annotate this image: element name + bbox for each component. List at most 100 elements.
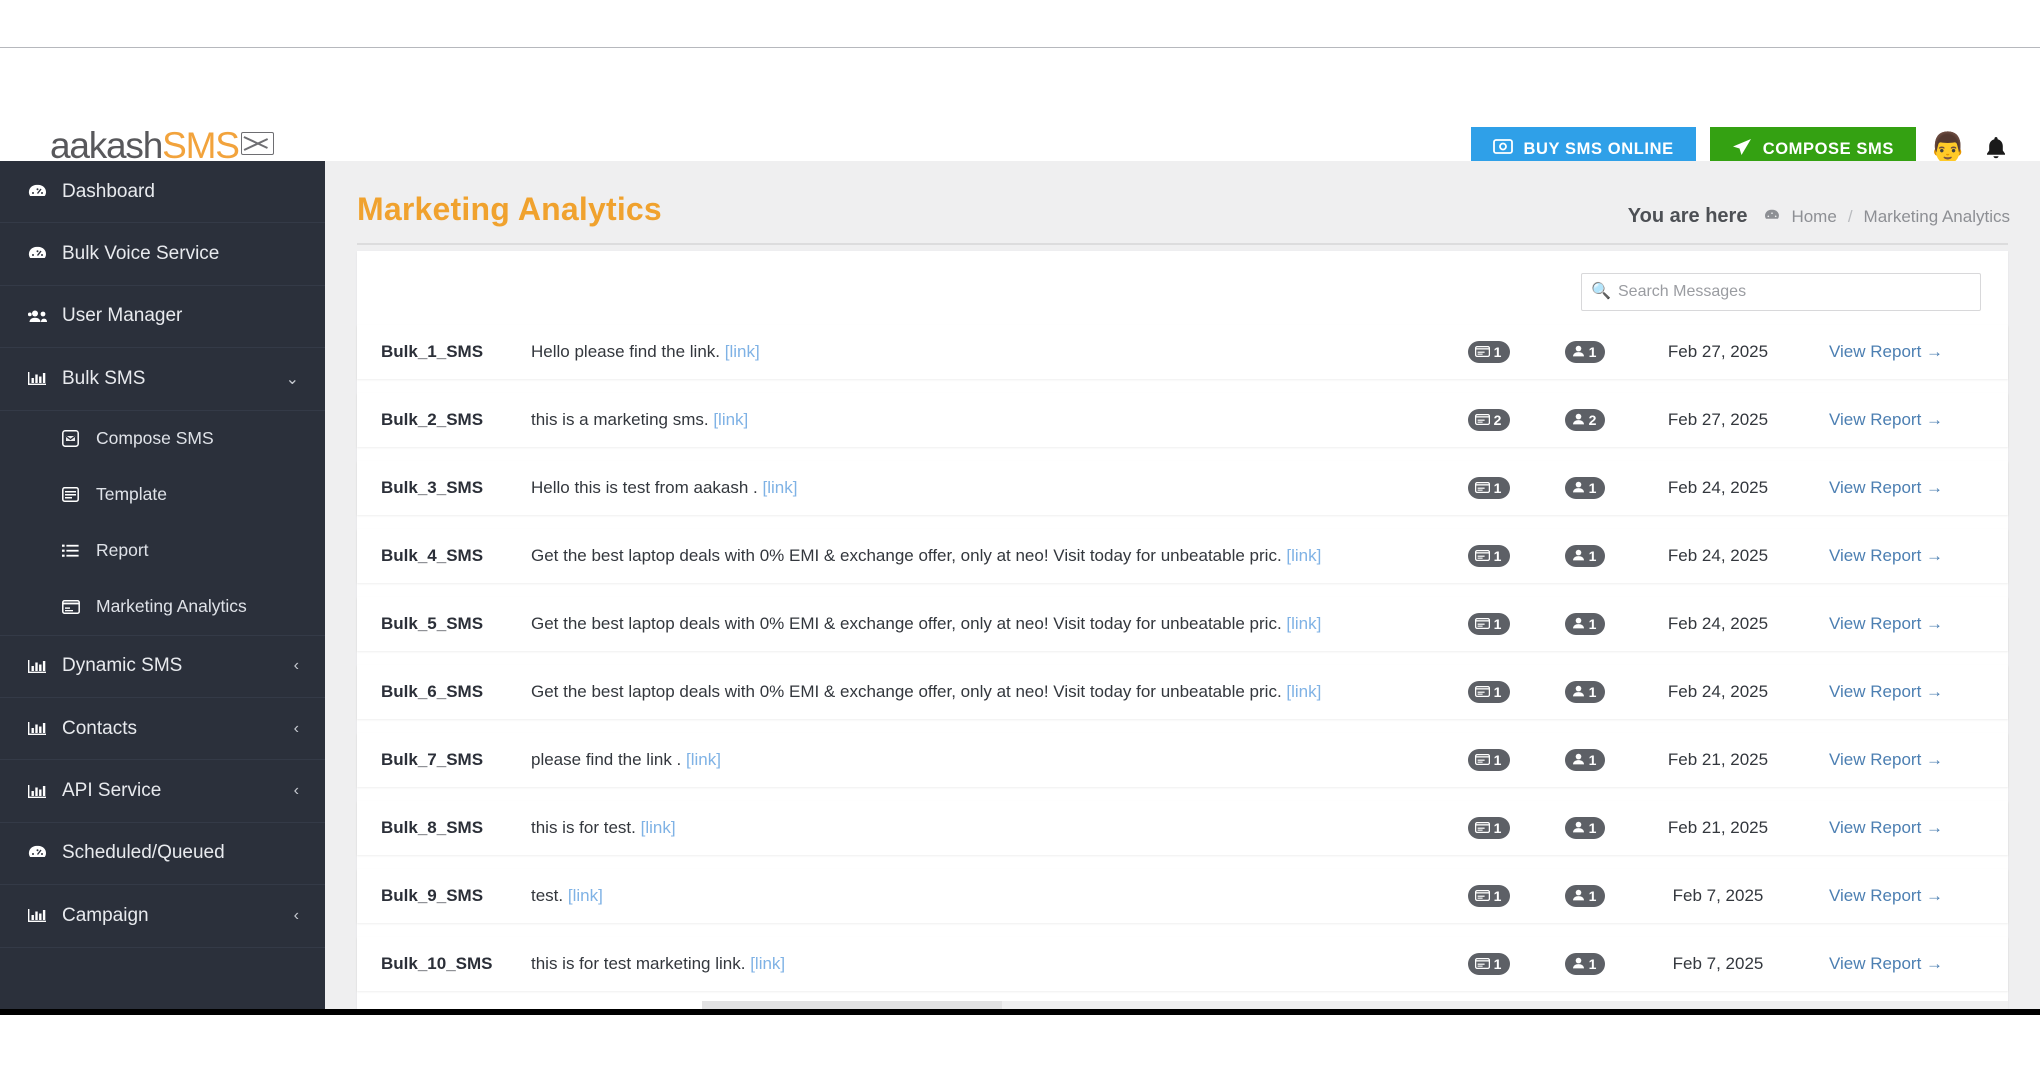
view-report-cell: View Report → [1803, 342, 1978, 362]
sidebar-subitem-label: Report [96, 540, 149, 561]
message-link[interactable]: [link] [1286, 682, 1321, 701]
message-link[interactable]: [link] [1286, 546, 1321, 565]
view-report-link[interactable]: View Report → [1829, 682, 1943, 701]
user-badge-icon [1572, 684, 1585, 700]
sidebar-item-bulk-voice-service[interactable]: Bulk Voice Service [0, 223, 325, 286]
contact-count: 1 [1588, 684, 1597, 700]
sidebar-item-bulk-sms[interactable]: Bulk SMS ⌄ [0, 348, 325, 411]
sidebar-item-label: Dashboard [62, 180, 155, 202]
message-card-icon [1474, 820, 1490, 836]
message-link[interactable]: [link] [713, 410, 748, 429]
message-link[interactable]: [link] [750, 954, 785, 973]
contact-count-cell: 1 [1537, 681, 1633, 703]
sidebar-item-user-manager[interactable]: User Manager [0, 286, 325, 349]
envelope-square-icon [62, 430, 86, 448]
sidebar-item-scheduled-queued[interactable]: Scheduled/Queued [0, 823, 325, 886]
chevron-down-icon: ⌄ [285, 370, 299, 388]
scrollbar-thumb[interactable] [702, 1001, 1002, 1009]
view-report-link[interactable]: View Report → [1829, 546, 1943, 565]
bar-chart-icon [28, 659, 54, 674]
table-row: Bulk_2_SMS this is a marketing sms. [link… [357, 393, 2008, 447]
sidebar-subitem-label: Template [96, 484, 168, 505]
horizontal-scrollbar[interactable] [702, 1001, 2008, 1009]
user-badge-icon [1572, 820, 1585, 836]
view-report-cell: View Report → [1803, 546, 1978, 566]
view-report-cell: View Report → [1803, 750, 1978, 770]
contact-count: 1 [1588, 480, 1597, 496]
message-count-cell: 1 [1441, 885, 1537, 907]
users-icon [28, 309, 54, 324]
sent-date: Feb 24, 2025 [1667, 478, 1769, 497]
logo-accent-text: SMS [162, 125, 240, 166]
status-badge: 1 [1467, 681, 1511, 703]
status-badge: 1 [1467, 817, 1511, 839]
campaign-name: Bulk_3_SMS [381, 478, 484, 497]
sidebar-item-label: Campaign [62, 904, 149, 926]
message-text: Get the best laptop deals with 0% EMI & … [531, 614, 1322, 633]
message-link[interactable]: [link] [762, 478, 797, 497]
view-report-link[interactable]: View Report → [1829, 954, 1943, 973]
campaign-name: Bulk_9_SMS [381, 886, 484, 905]
message-link[interactable]: [link] [568, 886, 603, 905]
message-count-cell: 1 [1441, 681, 1537, 703]
search-input[interactable] [1581, 273, 1981, 311]
campaign-name: Bulk_1_SMS [381, 342, 484, 361]
sent-date: Feb 24, 2025 [1667, 682, 1769, 701]
view-report-link[interactable]: View Report → [1829, 750, 1943, 769]
message-count: 1 [1493, 616, 1502, 632]
sidebar-item-api-service[interactable]: API Service ‹ [0, 760, 325, 823]
sidebar-item-campaign[interactable]: Campaign ‹ [0, 885, 325, 948]
message-count-cell: 1 [1441, 545, 1537, 567]
sidebar-item-dashboard[interactable]: Dashboard [0, 161, 325, 224]
money-card-icon [1492, 139, 1513, 159]
sidebar[interactable]: Dashboard Bulk Voice Service User Manage… [0, 161, 325, 1009]
contact-count-cell: 1 [1537, 885, 1633, 907]
sidebar-subitem-label: Marketing Analytics [96, 596, 247, 617]
sidebar-item-label: Dynamic SMS [62, 655, 183, 677]
view-report-link[interactable]: View Report → [1829, 614, 1943, 633]
status-badge: 1 [1467, 749, 1511, 771]
message-text: please find the link . [link] [531, 750, 721, 769]
dashboard-icon [28, 246, 54, 262]
sidebar-item-template[interactable]: Template [0, 467, 325, 523]
table-row: Bulk_4_SMS Get the best laptop deals with… [357, 529, 2008, 583]
breadcrumb: You are here Home / Marketing Analytics [1628, 205, 2010, 228]
search-wrap: 🔍 [1581, 273, 1981, 311]
message-card-icon [1474, 752, 1490, 768]
message-count-cell: 1 [1441, 613, 1537, 635]
view-report-link[interactable]: View Report → [1829, 410, 1943, 429]
campaign-name: Bulk_5_SMS [381, 614, 484, 633]
view-report-link[interactable]: View Report → [1829, 478, 1943, 497]
contact-count: 1 [1588, 820, 1597, 836]
contact-count: 1 [1588, 616, 1597, 632]
message-text: Hello this is test from aakash . [link] [531, 478, 798, 497]
sidebar-item-compose-sms[interactable]: Compose SMS [0, 411, 325, 467]
message-count-cell: 1 [1441, 749, 1537, 771]
breadcrumb-home-link[interactable]: Home [1791, 207, 1836, 227]
sidebar-item-label: Contacts [62, 717, 137, 739]
message-count: 1 [1493, 956, 1502, 972]
view-report-link[interactable]: View Report → [1829, 886, 1943, 905]
dashboard-icon [28, 184, 54, 200]
paper-plane-icon [1732, 138, 1752, 161]
view-report-cell: View Report → [1803, 886, 1978, 906]
breadcrumb-you-are-here: You are here [1627, 205, 1748, 227]
message-link[interactable]: [link] [686, 750, 721, 769]
message-link[interactable]: [link] [641, 818, 676, 837]
message-link[interactable]: [link] [1286, 614, 1321, 633]
status-badge: 1 [1467, 953, 1511, 975]
status-badge: 1 [1564, 545, 1606, 567]
sidebar-item-contacts[interactable]: Contacts ‹ [0, 698, 325, 761]
message-card-icon [1474, 344, 1490, 360]
user-badge-icon [1572, 956, 1585, 972]
user-badge-icon [1572, 412, 1585, 428]
view-report-cell: View Report → [1803, 954, 1978, 974]
sidebar-item-dynamic-sms[interactable]: Dynamic SMS ‹ [0, 636, 325, 698]
view-report-link[interactable]: View Report → [1829, 818, 1943, 837]
view-report-link[interactable]: View Report → [1829, 342, 1943, 361]
sent-date: Feb 24, 2025 [1667, 614, 1769, 633]
sidebar-item-label: Bulk SMS [62, 367, 146, 389]
sidebar-item-report[interactable]: Report [0, 523, 325, 579]
message-link[interactable]: [link] [725, 342, 760, 361]
sidebar-item-marketing-analytics[interactable]: Marketing Analytics [0, 579, 325, 635]
